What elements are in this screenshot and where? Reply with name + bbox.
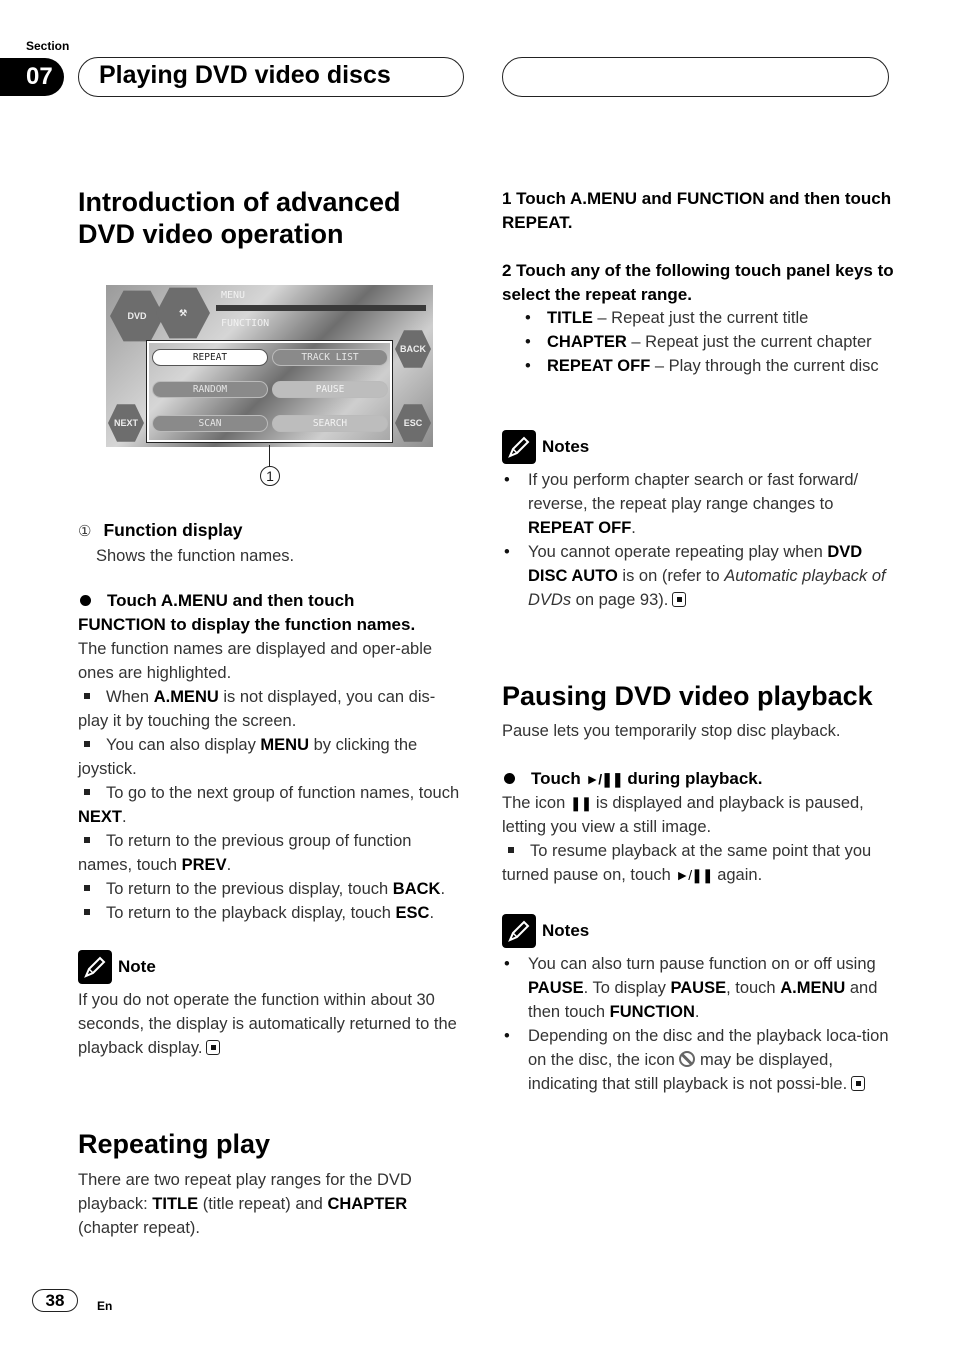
chapter-title-box: Playing DVD video discs: [78, 57, 464, 97]
tip-item: You can also display MENU by clicking th…: [78, 736, 418, 778]
function-display-screenshot: DVD ⚒ MENU FUNCTION REPEAT TRACK LIST RA…: [106, 285, 433, 447]
tip-item: To return to the previous display, touch…: [78, 877, 462, 901]
legend-number: ①: [78, 523, 92, 540]
next-key: NEXT: [108, 404, 144, 442]
note-title: Note: [118, 957, 156, 976]
pencil-note-icon: [502, 430, 536, 464]
empty-header-box: [502, 57, 889, 97]
function-instruction: Touch A.MENU and then touch FUNCTION to …: [78, 589, 462, 925]
repeat-option-off: REPEAT OFF – Play through the current di…: [502, 354, 892, 378]
callout-line: [269, 445, 270, 467]
tip-item: To go to the next group of function name…: [78, 784, 460, 826]
callout-number: 1: [260, 466, 280, 486]
end-mark-icon: [206, 1039, 221, 1055]
chapter-title: Playing DVD video discs: [99, 61, 391, 89]
menu-tab: MENU: [221, 290, 246, 301]
key-scan: SCAN: [152, 415, 268, 432]
section-number: 07: [0, 58, 64, 96]
tip-item: To return to the playback display, touch…: [78, 901, 462, 925]
language-label: En: [97, 1299, 113, 1313]
square-bullet-icon: [508, 847, 514, 854]
pausing-heading: Pausing DVD video playback: [502, 681, 873, 711]
legend-title: Function display: [103, 520, 243, 540]
bullet-icon: [504, 772, 515, 784]
esc-key: ESC: [395, 404, 431, 442]
pause-icon: ❚❚: [569, 795, 592, 811]
end-mark-icon: [672, 591, 687, 607]
prohibited-icon: [679, 1051, 696, 1068]
key-repeat: REPEAT: [152, 349, 268, 366]
play-pause-icon: ►/❚❚: [585, 771, 623, 787]
repeating-heading: Repeating play: [78, 1129, 271, 1159]
pencil-note-icon: [502, 914, 536, 948]
instruction-line1: Touch A.MENU and then touch: [107, 591, 355, 610]
pencil-note-icon: [78, 950, 112, 984]
key-track-list: TRACK LIST: [272, 349, 388, 366]
square-bullet-icon: [84, 789, 90, 796]
intro-note: Note If you do not operate the function …: [78, 950, 464, 1060]
page-number: 38: [32, 1289, 78, 1312]
callout-legend: ① Function display Shows the function nam…: [78, 518, 468, 568]
notes-title: Notes: [542, 437, 590, 456]
menu-bar: [216, 305, 426, 311]
repeat-option-title: TITLE – Repeat just the current title: [502, 306, 892, 330]
repeating-intro: There are two repeat play ranges for the…: [78, 1171, 412, 1237]
end-mark-icon: [851, 1075, 866, 1091]
note-item: You can also turn pause function on or o…: [502, 952, 894, 1024]
repeat-option-chapter: CHAPTER – Repeat just the current chapte…: [502, 330, 892, 354]
key-pause: PAUSE: [272, 381, 388, 398]
repeat-step-2: 2 Touch any of the following touch panel…: [502, 261, 894, 304]
pause-notes: Notes You can also turn pause function o…: [502, 914, 894, 1096]
intro-heading-line1: Introduction of advanced: [78, 187, 401, 217]
square-bullet-icon: [84, 909, 90, 916]
intro-heading-line2: DVD video operation: [78, 219, 344, 249]
tip-item: To return to the previous group of funct…: [78, 832, 412, 874]
function-tab: FUNCTION: [221, 318, 270, 329]
section-label: Section: [26, 39, 70, 53]
tip-item: To resume playback at the same point tha…: [502, 842, 872, 884]
pausing-intro: Pause lets you temporarily stop disc pla…: [502, 722, 841, 740]
pause-instruction: Touch ►/❚❚ during playback. The icon ❚❚ …: [502, 767, 894, 887]
legend-desc: Shows the function names.: [96, 547, 295, 565]
key-search: SEARCH: [272, 415, 388, 432]
repeat-notes: Notes If you perform chapter search or f…: [502, 430, 894, 612]
repeat-step-1: 1 Touch A.MENU and FUNCTION and then tou…: [502, 189, 892, 232]
square-bullet-icon: [84, 741, 90, 748]
square-bullet-icon: [84, 837, 90, 844]
notes-title: Notes: [542, 921, 590, 940]
note-item: Depending on the disc and the playback l…: [502, 1024, 894, 1096]
intro-heading: Introduction of advanced DVD video opera…: [78, 186, 401, 250]
repeat-options: TITLE – Repeat just the current title CH…: [502, 306, 892, 378]
play-pause-icon: ►/❚❚: [675, 867, 713, 883]
tools-icon: ⚒: [156, 287, 210, 339]
note-text: If you do not operate the function withi…: [78, 991, 457, 1057]
square-bullet-icon: [84, 885, 90, 892]
key-random: RANDOM: [152, 381, 268, 398]
instruction-desc: The function names are displayed and ope…: [78, 640, 433, 682]
tip-item: When A.MENU is not displayed, you can di…: [78, 688, 436, 730]
square-bullet-icon: [84, 693, 90, 700]
note-item: If you perform chapter search or fast fo…: [502, 468, 894, 540]
note-item: You cannot operate repeating play when D…: [502, 540, 894, 612]
bullet-icon: [80, 594, 91, 606]
back-key: BACK: [395, 330, 431, 368]
dvd-logo-icon: DVD: [110, 290, 164, 342]
instruction-line2: FUNCTION to display the function names.: [78, 615, 416, 634]
